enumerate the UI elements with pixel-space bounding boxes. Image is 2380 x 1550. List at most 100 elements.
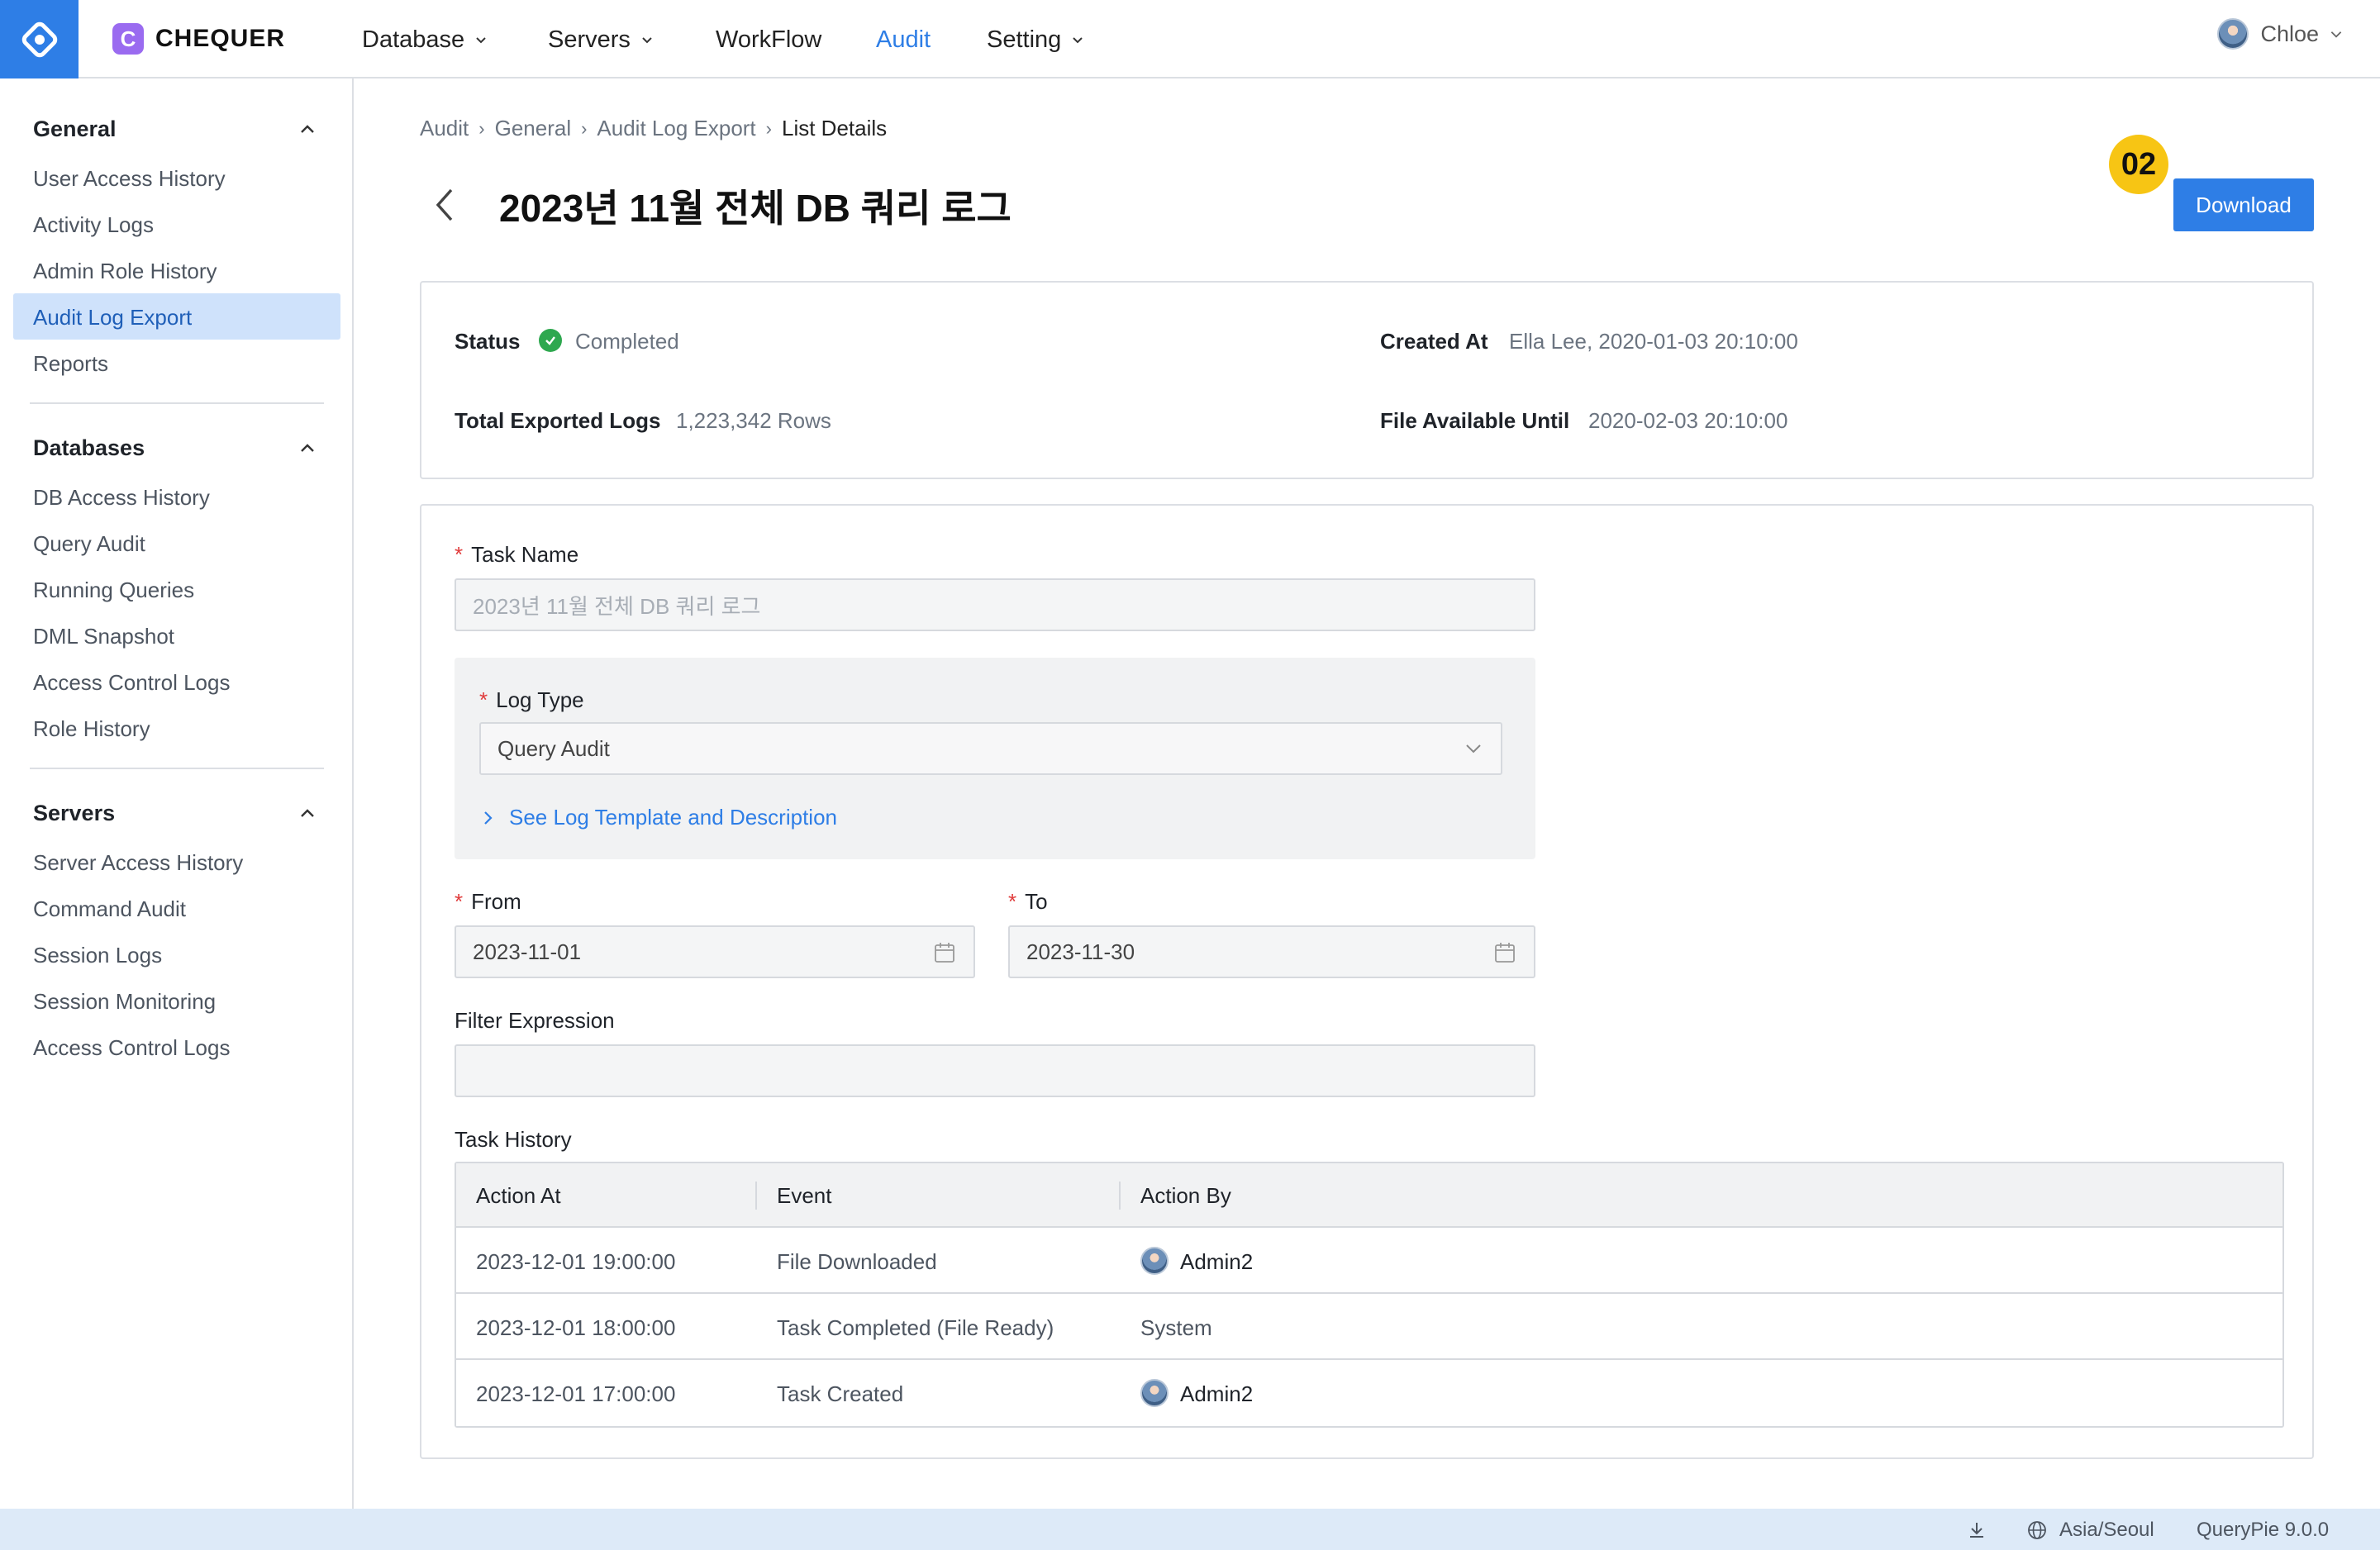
version-label: QueryPie 9.0.0 xyxy=(2197,1519,2330,1541)
user-menu[interactable]: Chloe xyxy=(2217,18,2344,50)
cell-action-at: 2023-12-01 18:00:00 xyxy=(476,1315,676,1340)
from-date-input[interactable]: 2023-11-01 xyxy=(455,925,975,978)
column-header-event[interactable]: Event xyxy=(777,1183,832,1209)
cell-action-by-name: Admin2 xyxy=(1180,1249,1254,1274)
sidebar-item-activity-logs[interactable]: Activity Logs xyxy=(33,212,154,238)
sidebar-item-query-audit[interactable]: Query Audit xyxy=(33,531,145,557)
task-name-input[interactable]: 2023년 11월 전체 DB 쿼리 로그 xyxy=(455,578,1535,631)
cell-event: Task Completed (File Ready) xyxy=(777,1315,1054,1340)
required-mark: * xyxy=(479,687,488,712)
task-history-table: Action At Event Action By 2023-12-01 19:… xyxy=(455,1162,2284,1428)
globe-icon xyxy=(2028,1521,2046,1539)
to-date-value: 2023-11-30 xyxy=(1026,939,1135,964)
sidebar-item-db-access-history[interactable]: DB Access History xyxy=(33,485,210,511)
home-button[interactable] xyxy=(0,0,79,78)
cell-action-by: System xyxy=(1140,1315,1212,1340)
nav-database[interactable]: Database xyxy=(362,25,488,55)
cell-action-by-name: Admin2 xyxy=(1180,1381,1254,1406)
chevron-down-icon xyxy=(476,37,486,44)
to-label-text: To xyxy=(1025,889,1048,914)
top-bar: C CHEQUER Database Servers WorkFlow Audi… xyxy=(0,0,2380,78)
breadcrumb-current: List Details xyxy=(781,116,888,140)
breadcrumb-general[interactable]: General xyxy=(495,116,572,141)
sidebar-item-server-access-control-logs[interactable]: Access Control Logs xyxy=(33,1035,230,1061)
cell-event: File Downloaded xyxy=(777,1249,937,1274)
back-arrow-icon[interactable] xyxy=(430,187,463,223)
cell-action-by: Admin2 xyxy=(1140,1378,1254,1407)
log-template-link-text: See Log Template and Description xyxy=(509,805,837,830)
page-title: 2023년 11월 전체 DB 쿼리 로그 xyxy=(499,187,1011,230)
nav-audit[interactable]: Audit xyxy=(876,25,931,55)
column-divider xyxy=(755,1182,757,1210)
sidebar-item-session-logs[interactable]: Session Logs xyxy=(33,943,162,968)
log-type-value: Query Audit xyxy=(497,735,610,761)
chevron-up-icon[interactable] xyxy=(298,804,317,824)
total-exported-value: 1,223,342 Rows xyxy=(676,408,831,433)
sidebar-group-databases[interactable]: Databases xyxy=(33,435,145,461)
log-template-link[interactable]: See Log Template and Description xyxy=(483,805,837,830)
to-date-input[interactable]: 2023-11-30 xyxy=(1008,925,1535,978)
sidebar-item-user-access-history[interactable]: User Access History xyxy=(33,166,226,192)
nav-servers[interactable]: Servers xyxy=(548,25,654,55)
column-header-action-by[interactable]: Action By xyxy=(1140,1183,1231,1209)
step-badge: 02 xyxy=(2109,135,2168,194)
created-at-value: Ella Lee, 2020-01-03 20:10:00 xyxy=(1509,329,1798,354)
chevron-up-icon[interactable] xyxy=(298,439,317,459)
from-date-value: 2023-11-01 xyxy=(473,939,582,964)
filter-expression-input[interactable] xyxy=(455,1044,1535,1097)
calendar-icon xyxy=(935,943,954,963)
sidebar-group-general[interactable]: General xyxy=(33,116,117,142)
cell-event: Task Created xyxy=(777,1381,904,1406)
log-type-section: * Log Type Query Audit See Log Template a… xyxy=(455,658,1535,859)
nav-label: Audit xyxy=(876,26,931,53)
column-header-action-at[interactable]: Action At xyxy=(476,1183,561,1209)
sidebar-item-dml-snapshot[interactable]: DML Snapshot xyxy=(33,624,174,649)
chevron-right-icon xyxy=(484,811,493,825)
sidebar-item-role-history[interactable]: Role History xyxy=(33,716,150,742)
breadcrumb-audit-log-export[interactable]: Audit Log Export xyxy=(597,116,755,141)
file-available-value: 2020-02-03 20:10:00 xyxy=(1588,408,1788,433)
chevron-down-icon xyxy=(1073,37,1083,44)
sidebar: General User Access History Activity Log… xyxy=(0,78,354,1509)
sidebar-item-session-monitoring[interactable]: Session Monitoring xyxy=(33,989,216,1015)
required-mark: * xyxy=(1008,889,1017,914)
cell-action-by: Admin2 xyxy=(1140,1246,1254,1275)
download-icon[interactable] xyxy=(1967,1520,1987,1540)
brand-name: CHEQUER xyxy=(155,25,286,52)
required-mark: * xyxy=(455,889,464,914)
column-divider xyxy=(1119,1182,1121,1210)
avatar xyxy=(1140,1246,1169,1275)
nav-setting[interactable]: Setting xyxy=(987,25,1084,55)
sidebar-item-server-access-history[interactable]: Server Access History xyxy=(33,850,243,876)
chevron-up-icon[interactable] xyxy=(298,120,317,140)
cell-action-at: 2023-12-01 17:00:00 xyxy=(476,1381,676,1406)
from-label-text: From xyxy=(471,889,521,914)
app-logo-icon xyxy=(21,21,57,57)
file-available-label: File Available Until xyxy=(1380,408,1570,433)
sidebar-item-admin-role-history[interactable]: Admin Role History xyxy=(33,259,217,284)
form-card: * Task Name 2023년 11월 전체 DB 쿼리 로그 * Log Ty… xyxy=(420,504,2314,1459)
sidebar-item-audit-log-export[interactable]: Audit Log Export xyxy=(33,305,192,330)
nav-workflow[interactable]: WorkFlow xyxy=(716,25,821,55)
chevron-down-icon xyxy=(2330,31,2342,38)
log-type-select[interactable]: Query Audit xyxy=(479,722,1502,775)
timezone-label: Asia/Seoul xyxy=(2059,1519,2154,1541)
download-button[interactable]: Download xyxy=(2173,178,2314,231)
chevron-down-icon xyxy=(1466,744,1481,754)
sidebar-group-servers[interactable]: Servers xyxy=(33,801,115,826)
status-label: Status xyxy=(455,329,521,354)
nav-label: Setting xyxy=(987,26,1062,53)
table-row: 2023-12-01 17:00:00 Task Created Admin2 xyxy=(456,1360,2282,1426)
sidebar-item-reports[interactable]: Reports xyxy=(33,351,108,377)
breadcrumb-audit[interactable]: Audit xyxy=(420,116,469,141)
breadcrumb-separator-icon: › xyxy=(581,117,588,139)
task-name-label-text: Task Name xyxy=(471,542,579,567)
sidebar-item-running-queries[interactable]: Running Queries xyxy=(33,578,194,603)
task-history-title: Task History xyxy=(455,1127,572,1152)
timezone-selector[interactable]: Asia/Seoul xyxy=(2026,1519,2154,1542)
brand-logo[interactable]: C CHEQUER xyxy=(112,23,285,55)
log-type-label-text: Log Type xyxy=(496,687,584,712)
sidebar-item-db-access-control-logs[interactable]: Access Control Logs xyxy=(33,670,230,696)
sidebar-item-command-audit[interactable]: Command Audit xyxy=(33,896,186,922)
filter-expression-label: Filter Expression xyxy=(455,1008,615,1033)
